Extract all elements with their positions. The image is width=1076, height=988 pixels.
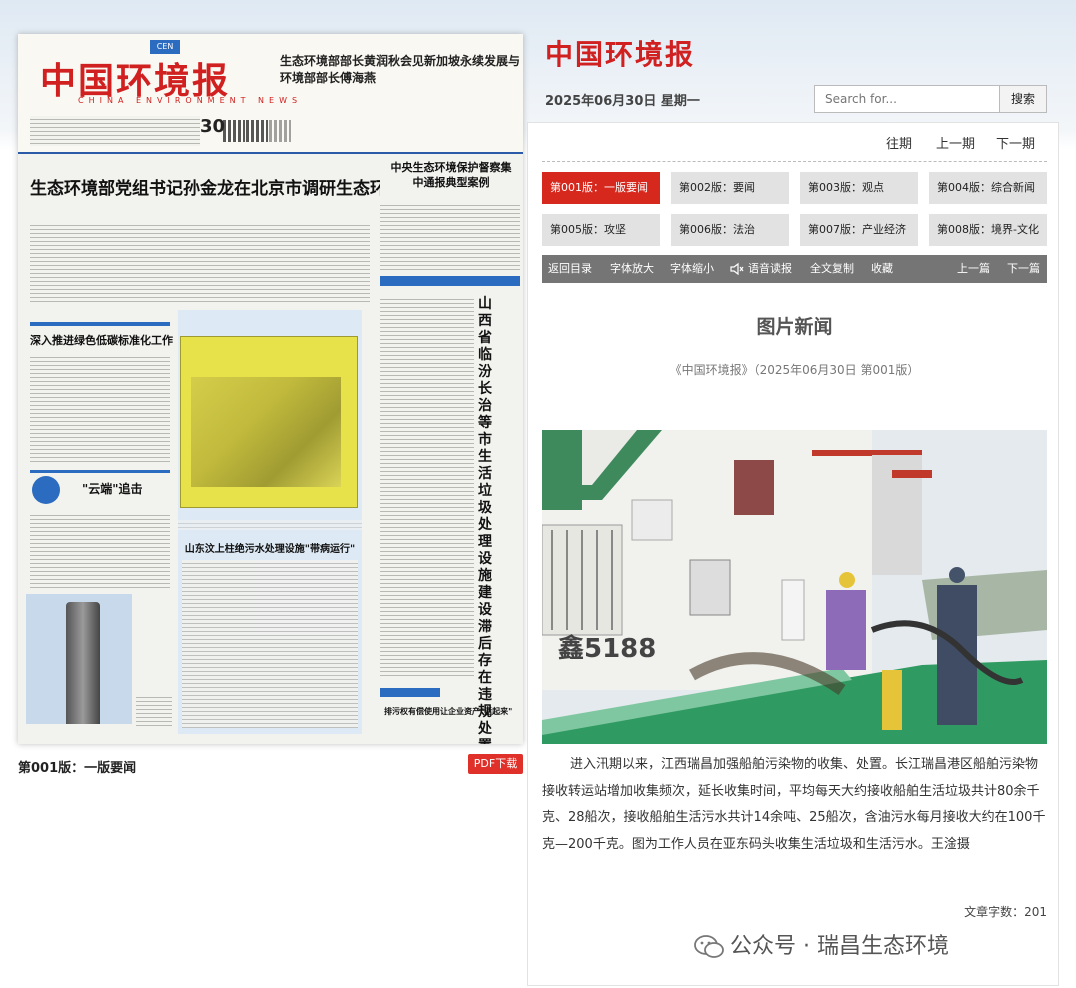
section-rule [30, 322, 170, 326]
site-logo[interactable]: 中国环境报 [545, 33, 695, 73]
back-to-contents-button[interactable]: 返回目录 [548, 255, 592, 283]
article-body: 进入汛期以来，江西瑞昌加强船舶污染物的收集、处置。长江瑞昌港区船舶污染物接收转运… [542, 757, 1046, 852]
edition-tab-002[interactable]: 第002版：要闻 [671, 172, 789, 204]
prev-issue-link[interactable]: 上一期 [936, 133, 975, 152]
sub-headline-cloud[interactable]: "云端"追击 [82, 480, 143, 497]
watermark: 公众号 · 瑞昌生态环境 [694, 928, 949, 960]
next-article-button[interactable]: 下一篇 [1007, 255, 1040, 283]
masthead-info-text [30, 116, 200, 146]
issue-date: 2025年06月30日 星期一 [545, 94, 700, 109]
right-headline[interactable]: 中央生态环境保护督察集中通报典型案例 [386, 160, 516, 190]
next-issue-link[interactable]: 下一期 [996, 133, 1035, 152]
sub-headline-green-standard[interactable]: 深入推进绿色低碳标准化工作 [30, 332, 173, 348]
watermark-text: 公众号 · 瑞昌生态环境 [730, 934, 949, 959]
edition-tab-003[interactable]: 第003版：观点 [800, 172, 918, 204]
highlighted-photo [180, 336, 358, 508]
article-photo: 鑫5188 [542, 430, 1047, 744]
wechat-icon [694, 935, 724, 958]
vertical-headline[interactable]: 山西省临汾长治等市生活垃圾处理设施建设滞后 存在违规处置问题 [478, 296, 500, 744]
article-title: 图片新闻 [756, 316, 833, 338]
edition-tab-005[interactable]: 第005版：攻坚 [542, 214, 660, 246]
edition-tab-007[interactable]: 第007版：产业经济 [800, 214, 918, 246]
word-count: 文章字数：201 [964, 905, 1047, 919]
favorite-button[interactable]: 收藏 [871, 255, 893, 283]
qr-code-icon [246, 120, 268, 142]
speaker-icon[interactable] [730, 255, 744, 283]
voice-read-button[interactable]: 语音读报 [748, 255, 792, 283]
edition-tab-004[interactable]: 第004版：综合新闻 [929, 172, 1047, 204]
font-smaller-button[interactable]: 字体缩小 [670, 255, 714, 283]
qr-code-icon [223, 120, 245, 142]
edition-tab-008[interactable]: 第008版：境界-文化 [929, 214, 1047, 246]
section-bar [380, 276, 520, 286]
newspaper-page-image[interactable]: CEN 中国环境报 CHINA ENVIRONMENT NEWS 生态环境部部长… [18, 34, 523, 744]
bottom-right-headline[interactable]: 排污权有偿使用让企业资产"活起来" [384, 706, 512, 717]
chimney-photo [26, 594, 132, 724]
masthead-date: 30 [200, 116, 226, 137]
article-text [182, 560, 358, 728]
edition-tab-006[interactable]: 第006版：法治 [671, 214, 789, 246]
sub-headline-wenshang[interactable]: 山东汶上柱绝污水处理设施"带病运行" [180, 540, 360, 555]
masthead-english: CHINA ENVIRONMENT NEWS [78, 96, 303, 105]
article-text [288, 222, 370, 302]
photo-caption-text [136, 694, 172, 728]
article-text [30, 512, 170, 588]
ship-number-text: 鑫5188 [558, 634, 657, 664]
article-text [380, 296, 474, 676]
article-text [380, 202, 520, 272]
masthead-side-headline: 生态环境部部长黄润秋会见新加坡永续发展与环境部部长傅海燕 [280, 54, 521, 85]
pdf-download-button[interactable]: PDF下载 [468, 754, 523, 774]
ship-deck-illustration [542, 430, 1047, 744]
section-bar [380, 688, 440, 697]
search-input[interactable] [814, 85, 1000, 113]
font-bigger-button[interactable]: 字体放大 [610, 255, 654, 283]
article-toolbar: 返回目录 字体放大 字体缩小 语音读报 全文复制 收藏 上一篇 下一篇 [542, 255, 1047, 283]
past-issues-link[interactable]: 往期 [886, 133, 912, 152]
edition-tab-001[interactable]: 第001版：一版要闻 [542, 172, 660, 204]
search-button[interactable]: 搜索 [999, 85, 1047, 113]
copy-all-button[interactable]: 全文复制 [810, 255, 854, 283]
page-label: 第001版：一版要闻 [18, 761, 137, 776]
qr-code-icon [269, 120, 291, 142]
section-rule [30, 470, 170, 473]
article-source: 《中国环境报》（2025年06月30日 第001版） [669, 363, 920, 377]
article-text [30, 354, 170, 464]
prev-article-button[interactable]: 上一篇 [957, 255, 990, 283]
masthead: CEN 中国环境报 CHINA ENVIRONMENT NEWS 生态环境部部长… [18, 34, 523, 154]
divider [542, 161, 1047, 162]
column-badge-icon [32, 476, 60, 504]
